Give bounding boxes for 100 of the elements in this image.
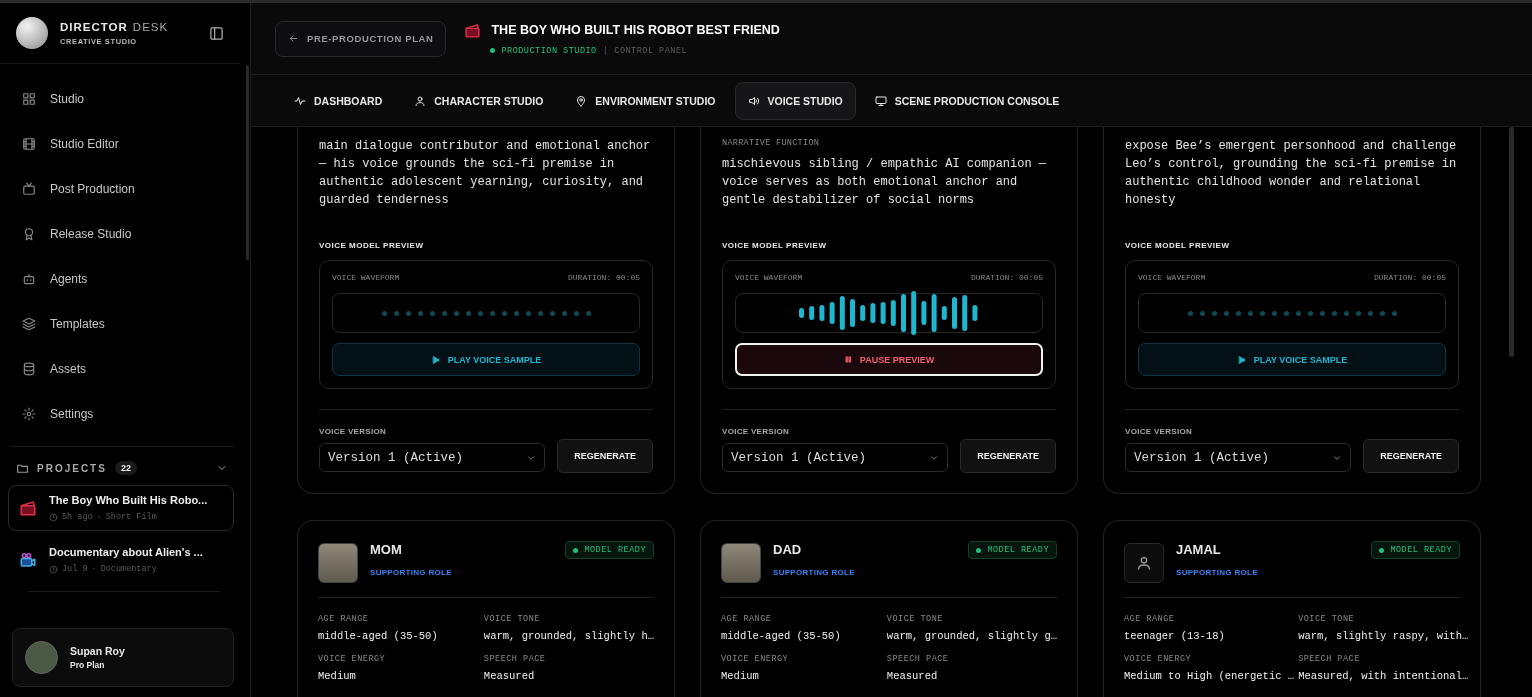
field-value: warm, grounded, slightly h… xyxy=(483,630,654,642)
clock-icon xyxy=(49,564,58,574)
narrative-text: expose Bee’s emergent personhood and challenge Leo’s control, grounding the sci-fi premise in authentic childhood wonder and relational honesty xyxy=(1125,138,1458,209)
sidebar-nav-item[interactable]: Templates xyxy=(20,301,240,346)
settings-icon xyxy=(22,406,36,421)
sidebar-nav-item[interactable]: Post Production xyxy=(20,166,240,211)
version-select[interactable]: Version 1 (Active) xyxy=(722,443,949,472)
location-pin-icon xyxy=(575,94,588,107)
brand-name-suffix: DESK xyxy=(132,20,169,33)
field-label: VOICE TONE xyxy=(483,614,541,624)
play-icon xyxy=(430,354,441,365)
play-icon xyxy=(1236,354,1247,365)
play-button[interactable]: PLAY VOICE SAMPLE xyxy=(332,343,640,376)
field-value: Measured xyxy=(886,670,939,682)
field-label: VOICE TONE xyxy=(1298,614,1356,624)
character-role: SUPPORTING ROLE xyxy=(1176,568,1259,577)
play-button[interactable]: PLAY VOICE SAMPLE xyxy=(1138,343,1446,376)
field-value: middle-aged (35-50) xyxy=(721,630,842,642)
video-camera-icon xyxy=(19,551,37,569)
regenerate-button[interactable]: REGENERATE xyxy=(557,439,653,473)
regenerate-button[interactable]: REGENERATE xyxy=(1363,439,1459,473)
tv-icon xyxy=(22,181,36,196)
project-item[interactable]: The Boy Who Built His Robo... 5h ago · Short Film xyxy=(8,485,234,531)
field-value: Medium to High (energetic … xyxy=(1124,670,1295,682)
project-item[interactable]: Documentary about Alien's ... Jul 9 · Documentary xyxy=(8,537,234,583)
duration-label: DURATION: 00:05 xyxy=(1374,273,1446,282)
tab[interactable]: ENVIRONMENT STUDIO xyxy=(562,81,729,120)
arrow-left-icon xyxy=(288,33,299,44)
narrative-text: mischievous sibling / empathic AI companion — voice serves as both emotional anchor and gentle destabilizer of social norms xyxy=(722,156,1048,209)
project-time: Jul 9 xyxy=(62,564,88,574)
robot-icon xyxy=(22,271,36,286)
sidebar-nav-item[interactable]: Release Studio xyxy=(20,211,240,256)
field-label: VOICE VERSION xyxy=(1125,427,1194,436)
tab[interactable]: SCENE PRODUCTION CONSOLE xyxy=(861,81,1073,120)
field-label: SPEECH PACE xyxy=(886,654,950,664)
section-heading: VOICE MODEL PREVIEW xyxy=(722,241,828,250)
status-badge: MODEL READY xyxy=(968,541,1057,559)
meta-separator: · xyxy=(96,512,102,522)
tab[interactable]: DASHBOARD xyxy=(281,81,396,120)
award-icon xyxy=(22,226,36,241)
layers-icon xyxy=(22,316,36,331)
version-select[interactable]: Version 1 (Active) xyxy=(319,443,546,472)
project-type: Short Film xyxy=(105,512,157,522)
activity-icon xyxy=(294,94,306,107)
field-label: SPEECH PACE xyxy=(1298,654,1361,664)
version-select[interactable]: Version 1 (Active) xyxy=(1125,443,1352,472)
user-icon xyxy=(1136,555,1152,571)
project-count-badge: 22 xyxy=(114,461,137,475)
sidebar-nav-item[interactable]: Assets xyxy=(20,346,240,391)
tab[interactable]: VOICE STUDIO xyxy=(734,81,856,120)
back-button[interactable]: PRE-PRODUCTION PLAN xyxy=(275,20,447,57)
duration-label: DURATION: 00:05 xyxy=(971,273,1043,282)
photo-placeholder xyxy=(721,543,761,583)
tab[interactable]: CHARACTER STUDIO xyxy=(401,81,557,120)
project-type: Documentary xyxy=(100,564,157,574)
clapperboard-icon xyxy=(464,21,482,39)
project-title: THE BOY WHO BUILT HIS ROBOT BEST FRIEND xyxy=(491,23,780,37)
sidebar-nav-item[interactable]: Settings xyxy=(20,391,240,436)
pause-icon xyxy=(843,355,853,364)
sidebar-nav-item[interactable]: Studio Editor xyxy=(20,121,240,166)
panel-toggle-icon[interactable] xyxy=(209,25,224,41)
avatar-placeholder xyxy=(25,641,58,674)
project-time: 5h ago xyxy=(62,512,93,522)
field-label: AGE RANGE xyxy=(1124,614,1176,624)
scrollbar-thumb[interactable] xyxy=(1509,127,1514,357)
field-label: VOICE ENERGY xyxy=(318,654,387,664)
pause-button[interactable]: PAUSE PREVIEW xyxy=(735,343,1043,376)
character-name: DAD xyxy=(773,542,803,557)
user-icon xyxy=(414,94,427,107)
section-heading: VOICE MODEL PREVIEW xyxy=(1125,241,1231,250)
clapperboard-icon xyxy=(19,499,37,517)
grid-icon xyxy=(22,91,36,106)
user-name: Supan Roy xyxy=(70,645,125,657)
brand-name: DIRECTOR xyxy=(60,20,128,33)
database-icon xyxy=(22,361,36,376)
film-strip-icon xyxy=(22,136,36,151)
waveform-label: VOICE WAVEFORM xyxy=(735,273,803,282)
user-profile-card[interactable]: Supan Roy Pro Plan xyxy=(12,628,234,687)
field-label: VOICE VERSION xyxy=(722,427,791,436)
duration-label: DURATION: 00:05 xyxy=(568,273,640,282)
photo-placeholder xyxy=(318,543,358,583)
monitor-icon xyxy=(874,94,887,107)
sidebar-nav-item[interactable]: Agents xyxy=(20,256,240,301)
field-label: SPEECH PACE xyxy=(483,654,547,664)
waveform-label: VOICE WAVEFORM xyxy=(332,273,400,282)
field-value: warm, slightly raspy, with… xyxy=(1298,630,1469,642)
field-label: AGE RANGE xyxy=(318,614,370,624)
field-value: teenager (13-18) xyxy=(1124,630,1226,642)
field-label: VOICE VERSION xyxy=(319,427,388,436)
character-name: JAMAL xyxy=(1176,542,1222,557)
field-label: NARRATIVE FUNCTION xyxy=(722,138,821,148)
separator: | xyxy=(602,45,609,56)
speaker-icon xyxy=(747,94,760,107)
field-label: VOICE ENERGY xyxy=(1124,654,1193,664)
status-badge: MODEL READY xyxy=(1371,541,1460,559)
character-role: SUPPORTING ROLE xyxy=(773,568,856,577)
character-name: MOM xyxy=(370,542,403,557)
sidebar-nav-item[interactable]: Studio xyxy=(20,76,240,121)
regenerate-button[interactable]: REGENERATE xyxy=(960,439,1056,473)
clock-icon xyxy=(49,512,58,522)
